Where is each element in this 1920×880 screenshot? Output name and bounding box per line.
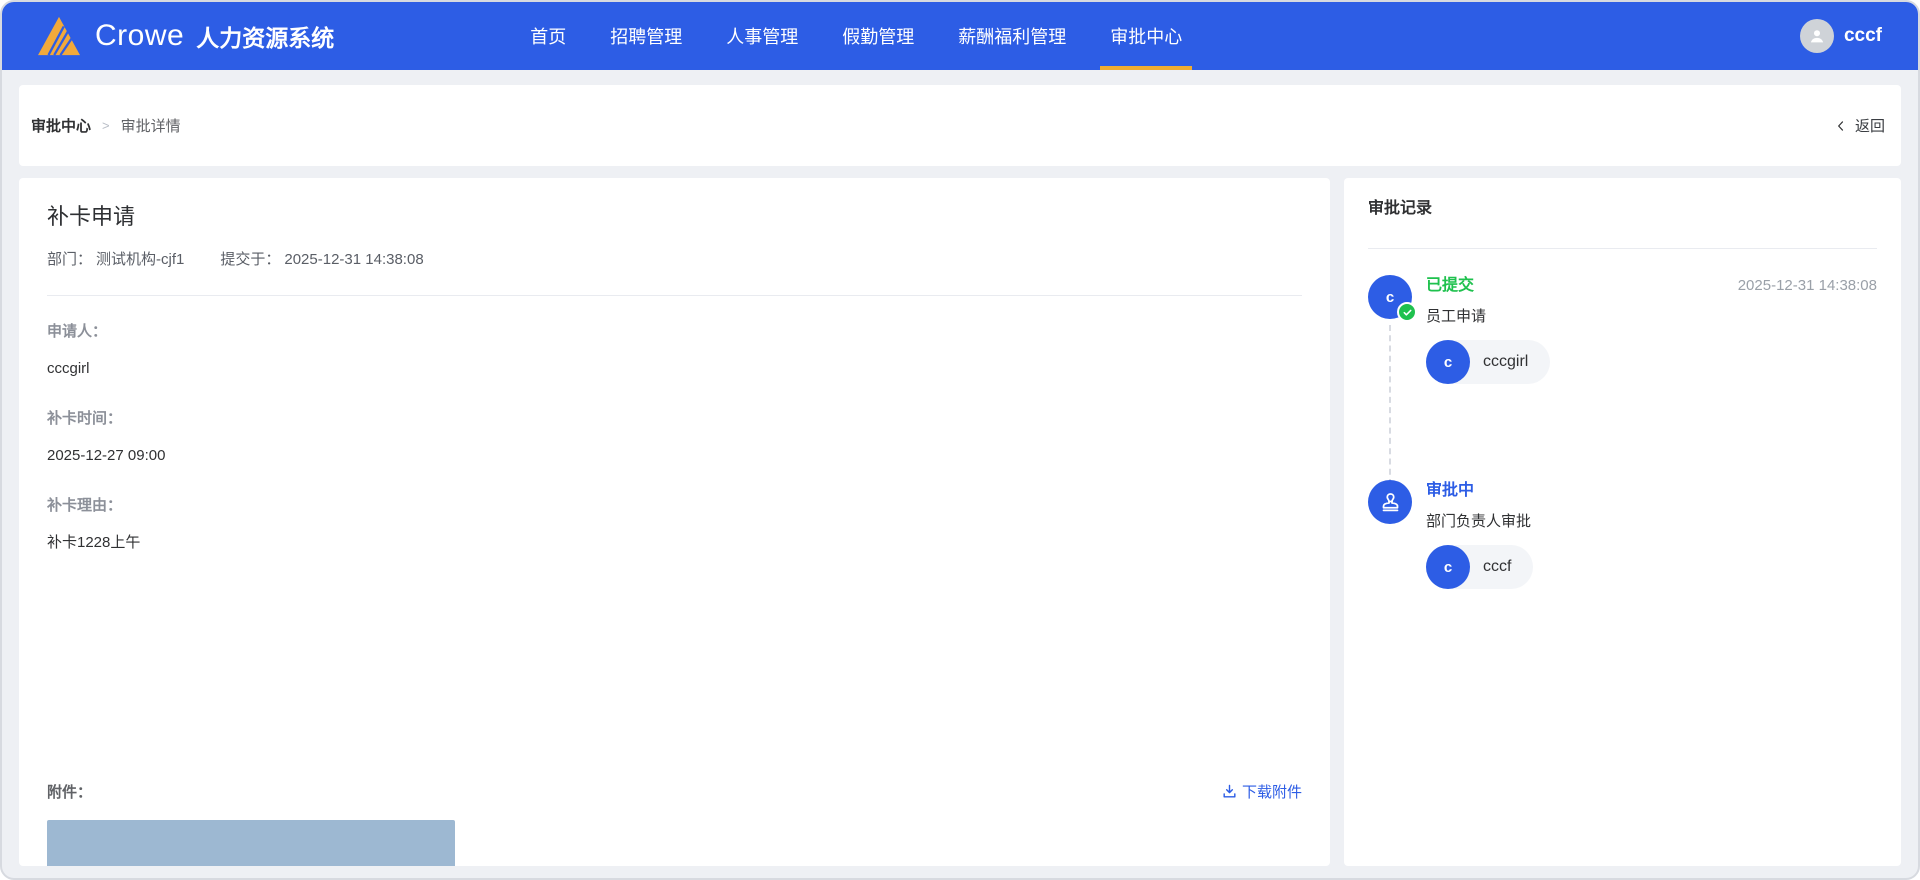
- attachment-section: 附件： 下载附件: [47, 781, 1302, 802]
- back-label: 返回: [1854, 118, 1885, 135]
- step-content: 审批中 部门负责人审批 c cccf: [1426, 480, 1877, 589]
- assignee-chip: c cccf: [1426, 545, 1534, 589]
- brand-wordmark: Crowe: [95, 19, 185, 52]
- attachment-label: 附件：: [47, 784, 93, 801]
- app-title: 人力资源系统: [196, 25, 335, 51]
- step-avatar: [1368, 480, 1412, 524]
- step-timestamp: 2025-12-31 14:38:08: [1737, 277, 1877, 294]
- nav-item-home[interactable]: 首页: [530, 2, 566, 70]
- nav-item-personnel[interactable]: 人事管理: [726, 2, 798, 70]
- step-header: 已提交 2025-12-31 14:38:08: [1426, 275, 1877, 297]
- request-meta: 部门： 测试机构-cjf1 提交于： 2025-12-31 14:38:08: [47, 248, 1302, 269]
- records-title: 审批记录: [1368, 200, 1433, 217]
- step-description: 员工申请: [1426, 308, 1487, 325]
- breadcrumb-separator-icon: >: [102, 118, 110, 133]
- assignee-chip: c cccgirl: [1426, 340, 1551, 384]
- breadcrumb-approval-center[interactable]: 审批中心: [31, 115, 91, 136]
- download-label: 下载附件: [1241, 784, 1302, 801]
- chevron-left-icon: [1838, 120, 1844, 131]
- step-status: 已提交: [1426, 277, 1475, 294]
- back-button[interactable]: 返回: [1834, 115, 1885, 136]
- approval-timeline: c 已提交 2025-12-31 14:38:08 员工申请 c cccgirl…: [1368, 275, 1877, 589]
- timeline-step-submitted: c 已提交 2025-12-31 14:38:08 员工申请 c cccgirl: [1368, 275, 1877, 384]
- step-header: 审批中: [1426, 480, 1877, 502]
- field-punch-time: 补卡时间： 2025-12-27 09:00: [47, 409, 1302, 466]
- assignee-name: cccf: [1483, 558, 1512, 575]
- check-icon: [1403, 309, 1411, 316]
- step-content: 已提交 2025-12-31 14:38:08 员工申请 c cccgirl: [1426, 275, 1877, 384]
- nav-item-recruitment[interactable]: 招聘管理: [610, 2, 682, 70]
- main-nav: 首页 招聘管理 人事管理 假勤管理 薪酬福利管理 审批中心: [530, 2, 1193, 70]
- nav-item-compensation[interactable]: 薪酬福利管理: [958, 2, 1066, 70]
- department-meta: 部门： 测试机构-cjf1: [47, 248, 184, 269]
- request-fields: 申请人： cccgirl 补卡时间： 2025-12-27 09:00 补卡理由…: [47, 322, 1302, 553]
- main-content: 补卡申请 部门： 测试机构-cjf1 提交于： 2025-12-31 14:38:0…: [19, 178, 1901, 866]
- assignee-name: cccgirl: [1483, 353, 1529, 370]
- approval-detail-card: 补卡申请 部门： 测试机构-cjf1 提交于： 2025-12-31 14:38:0…: [19, 178, 1330, 866]
- assignee-avatar: c: [1426, 545, 1470, 589]
- submitted-meta: 提交于： 2025-12-31 14:38:08: [220, 248, 423, 269]
- department-value: 测试机构-cjf1: [96, 251, 185, 268]
- timeline-step-approving: 审批中 部门负责人审批 c cccf: [1368, 480, 1877, 589]
- attachment-image-preview[interactable]: [47, 820, 455, 866]
- breadcrumb-current: 审批详情: [120, 118, 181, 135]
- field-value: 补卡1228上午: [47, 534, 141, 551]
- submitted-value: 2025-12-31 14:38:08: [284, 251, 424, 268]
- department-label: 部门：: [47, 251, 93, 268]
- nav-item-approval-center[interactable]: 审批中心: [1100, 2, 1193, 70]
- field-value: 2025-12-27 09:00: [47, 447, 166, 464]
- crowe-mountain-icon: [38, 16, 80, 56]
- success-badge: [1397, 302, 1417, 322]
- app-window: Crowe 人力资源系统 首页 招聘管理 人事管理 假勤管理 薪酬福利管理 审批…: [0, 0, 1920, 880]
- user-menu[interactable]: cccf: [1799, 19, 1882, 53]
- top-header: Crowe 人力资源系统 首页 招聘管理 人事管理 假勤管理 薪酬福利管理 审批…: [2, 2, 1918, 70]
- request-title: 补卡申请: [47, 204, 136, 229]
- field-value: cccgirl: [47, 360, 90, 377]
- field-label: 补卡时间：: [47, 410, 123, 427]
- step-status: 审批中: [1426, 482, 1475, 499]
- submitted-label: 提交于：: [220, 251, 281, 268]
- stamp-icon: [1382, 492, 1398, 511]
- field-label: 补卡理由：: [47, 497, 123, 514]
- download-icon: [1223, 784, 1236, 798]
- step-description: 部门负责人审批: [1426, 513, 1532, 530]
- assignee-avatar: c: [1426, 340, 1470, 384]
- breadcrumb-bar: 审批中心 > 审批详情 返回: [19, 85, 1901, 166]
- field-reason: 补卡理由： 补卡1228上午: [47, 496, 1302, 553]
- avatar-initial: c: [1385, 288, 1395, 306]
- step-avatar: c: [1368, 275, 1417, 322]
- approval-records-panel: 审批记录 c 已提交 2025-12-31 14:38:08 员工申请 c cc…: [1344, 178, 1901, 866]
- nav-item-attendance[interactable]: 假勤管理: [842, 2, 914, 70]
- download-attachment-link[interactable]: 下载附件: [1221, 781, 1302, 802]
- username-label: cccf: [1843, 25, 1882, 46]
- user-avatar: [1799, 19, 1834, 53]
- brand-logo[interactable]: Crowe 人力资源系统: [36, 15, 334, 57]
- field-applicant: 申请人： cccgirl: [47, 322, 1302, 379]
- field-label: 申请人：: [47, 323, 108, 340]
- divider: [47, 295, 1302, 296]
- divider: [1368, 248, 1877, 249]
- person-icon: [1810, 30, 1824, 43]
